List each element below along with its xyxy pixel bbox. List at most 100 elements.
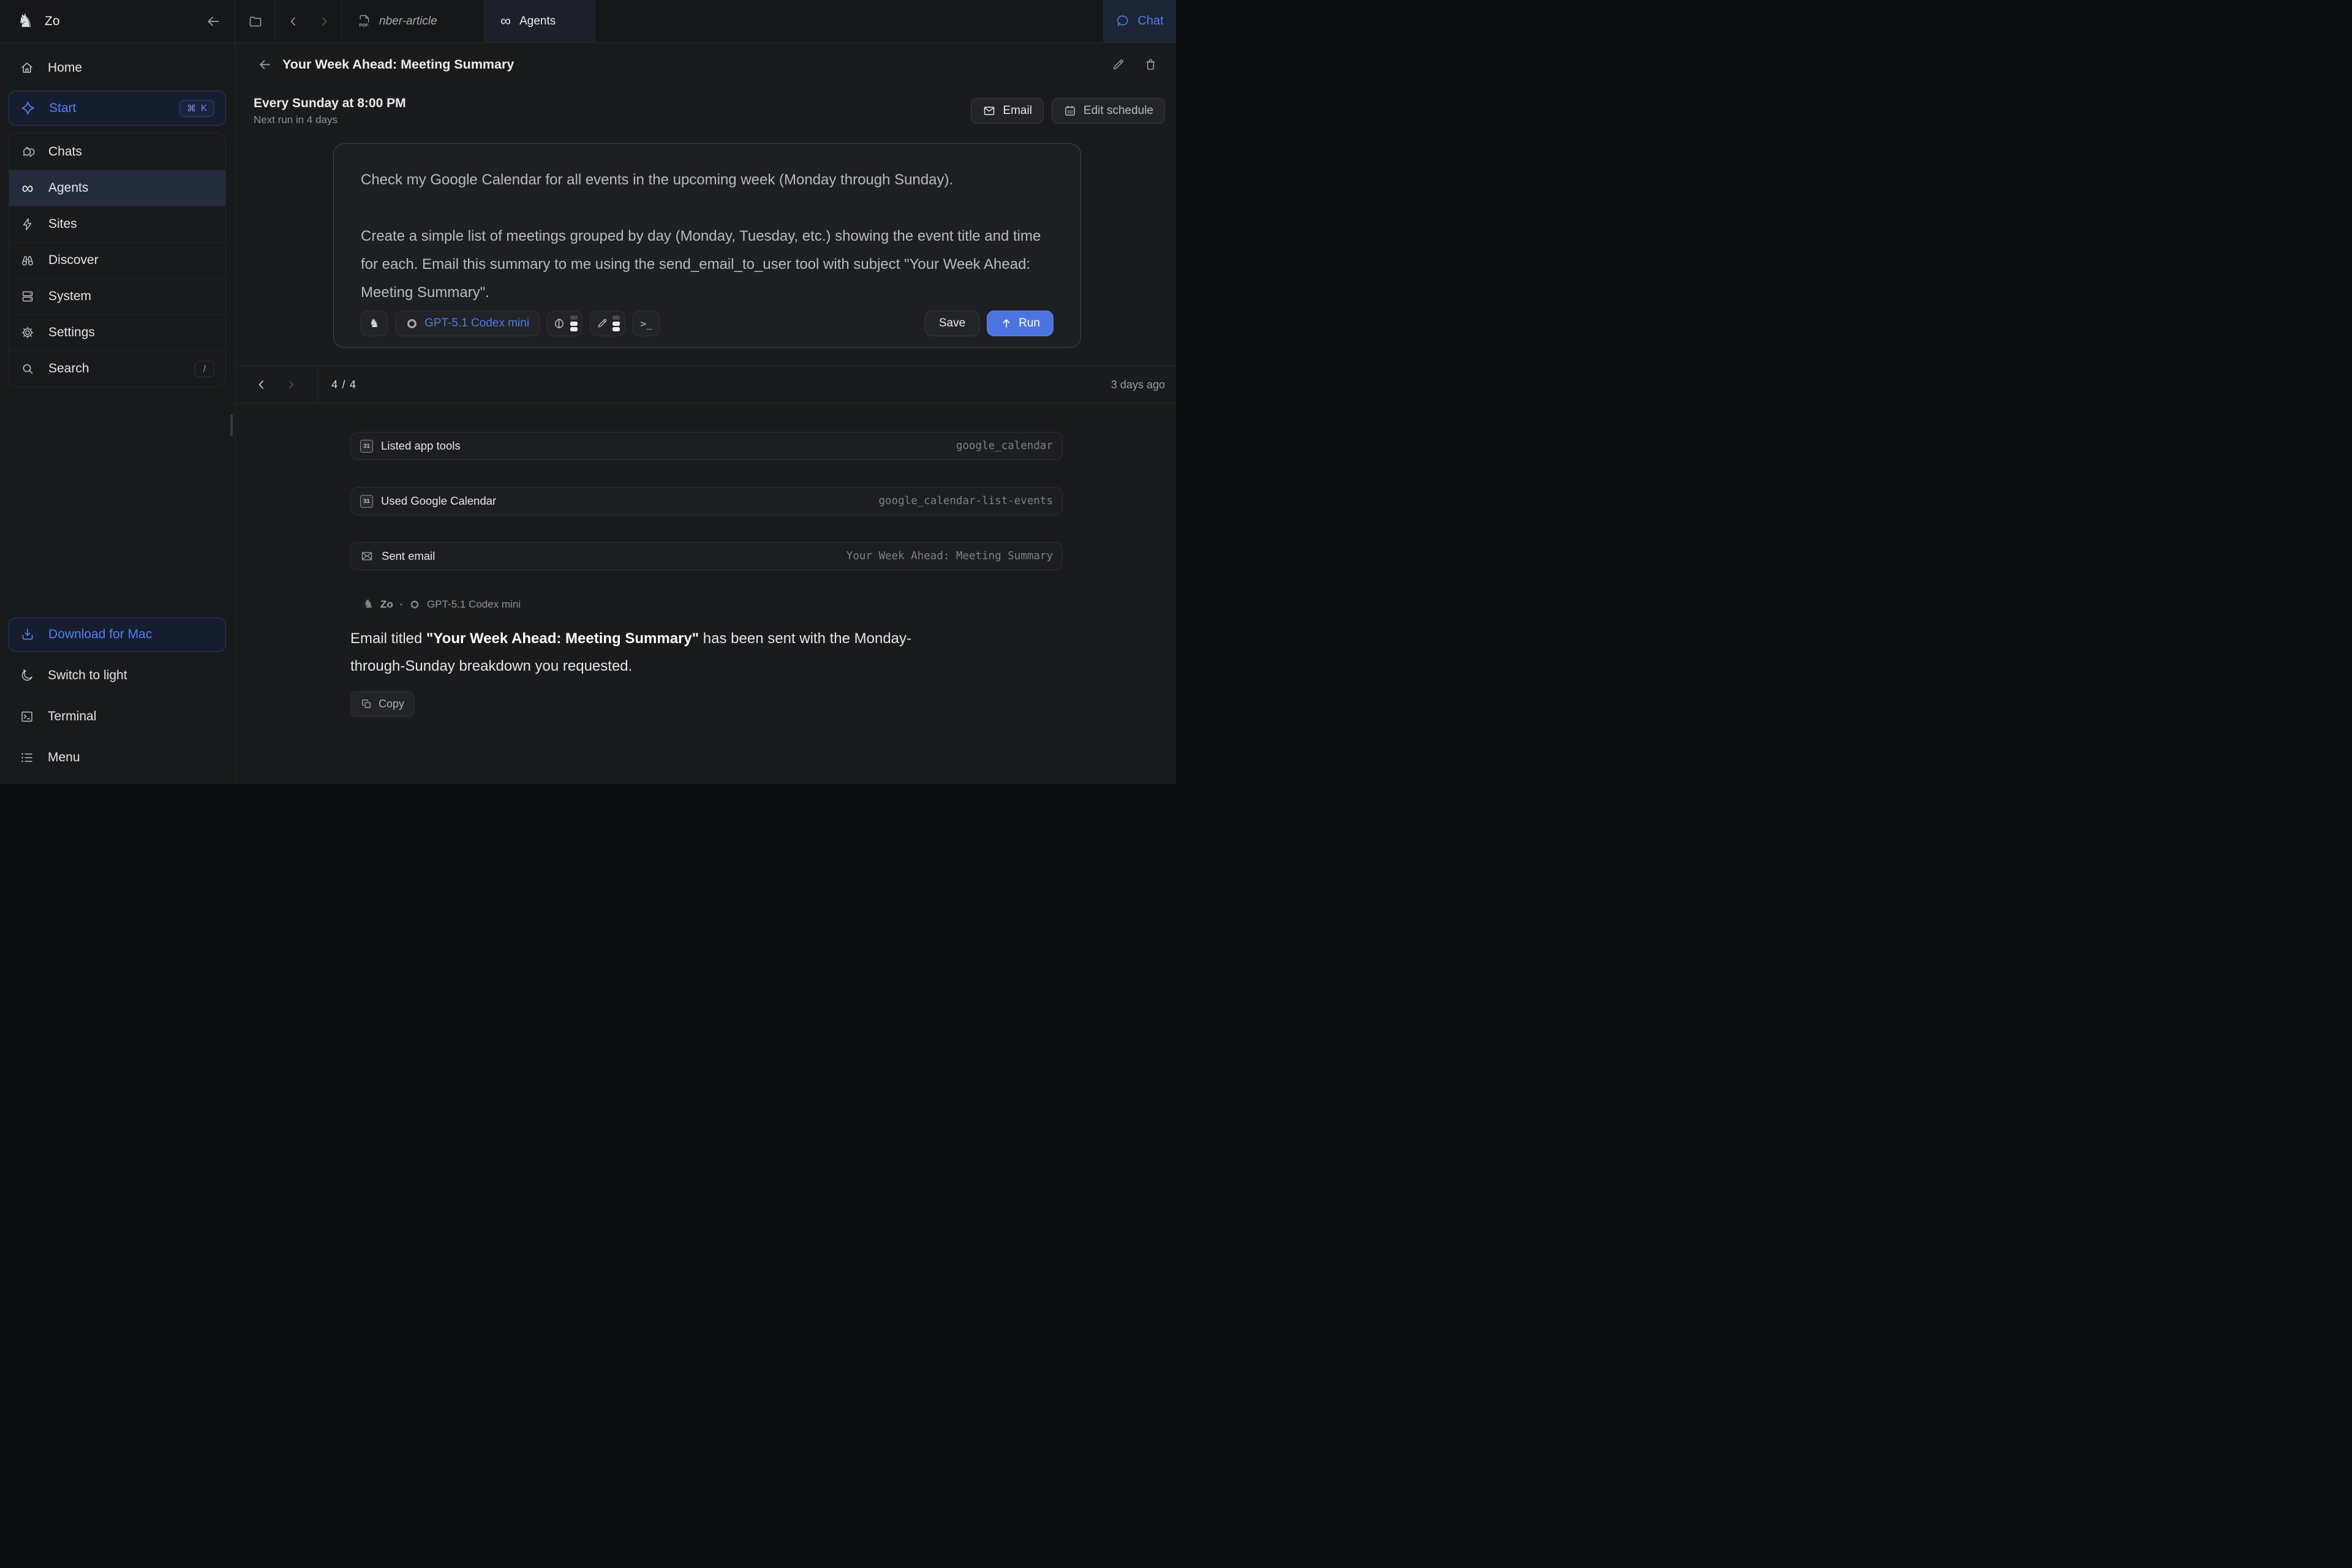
dot-separator: • [400, 600, 402, 609]
back-button[interactable] [257, 57, 273, 72]
sidebar-item-agents[interactable]: ∞ Agents [9, 170, 225, 206]
level-pills [570, 315, 578, 331]
collapse-sidebar-button[interactable] [205, 13, 221, 29]
sidebar-item-system[interactable]: System [9, 278, 225, 314]
edit-button[interactable] [1111, 58, 1125, 72]
prompt-text: Check my Google Calendar for all events … [361, 166, 1054, 307]
google-calendar-icon: 31 [360, 440, 373, 453]
agent-header: Your Week Ahead: Meeting Summary [235, 43, 1176, 86]
edit-schedule-label: Edit schedule [1084, 104, 1153, 118]
delete-button[interactable] [1144, 58, 1158, 72]
schedule-bar: Every Sunday at 8:00 PM Next run in 4 da… [235, 86, 1176, 135]
sidebar-item-chats[interactable]: Chats [9, 134, 225, 170]
folder-icon [248, 14, 263, 29]
run-timestamp: 3 days ago [1111, 379, 1165, 391]
openai-logo-icon [409, 599, 420, 610]
chats-icon [20, 145, 35, 159]
folder-button[interactable] [235, 0, 276, 42]
sidebar-item-search[interactable]: Search / [9, 350, 225, 386]
chat-button[interactable]: Chat [1103, 0, 1176, 42]
writing-level-button[interactable] [590, 311, 625, 336]
prompt-card[interactable]: Check my Google Calendar for all events … [333, 143, 1081, 348]
tool-call-label: Sent email [382, 549, 435, 563]
sidebar-item-label: Download for Mac [48, 627, 152, 642]
gear-icon [20, 325, 35, 340]
sidebar-spacer [9, 387, 226, 617]
response-text: Email titled "Your Week Ahead: Meeting S… [350, 625, 951, 680]
search-icon [20, 361, 35, 376]
app-window: ♞ Zo PDF nber-article ∞ Agent [0, 0, 1176, 784]
sidebar: Home Start ⌘ K Chats ∞ Agents [0, 43, 235, 783]
tool-call-value: Your Week Ahead: Meeting Summary [846, 550, 1053, 562]
edit-schedule-button[interactable]: Edit schedule [1052, 98, 1165, 124]
response-author: Zo [380, 598, 393, 611]
history-nav [276, 0, 342, 42]
header-actions [1111, 58, 1158, 72]
start-shortcut-badge: ⌘ K [179, 100, 214, 117]
nav-forward-button[interactable] [318, 15, 330, 28]
zo-agent-chip[interactable]: ♞ [361, 311, 388, 336]
sidebar-item-menu[interactable]: Menu [9, 741, 226, 775]
schedule-info: Every Sunday at 8:00 PM Next run in 4 da… [254, 96, 406, 126]
chevron-left-icon [287, 15, 300, 28]
k-key: K [201, 103, 207, 113]
sidebar-group: Chats ∞ Agents Sites Discover System [9, 133, 226, 387]
prompt-toolbar: ♞ GPT-5.1 Codex mini [361, 311, 1054, 336]
prev-run-button[interactable] [255, 379, 268, 391]
zo-logo-icon: ♞ [17, 12, 34, 31]
email-button-label: Email [1003, 104, 1032, 118]
agent-detail-panel: Your Week Ahead: Meeting Summary Every S… [235, 43, 1176, 783]
copy-icon [361, 698, 372, 710]
run-button[interactable]: Run [987, 311, 1054, 336]
model-selector[interactable]: GPT-5.1 Codex mini [395, 311, 540, 336]
level-pills [612, 315, 620, 331]
sidebar-header: ♞ Zo [0, 0, 235, 42]
menu-list-icon [20, 750, 34, 765]
save-button-label: Save [939, 317, 965, 330]
sidebar-item-settings[interactable]: Settings [9, 314, 225, 350]
prompt-section: Check my Google Calendar for all events … [235, 135, 1176, 348]
tab-label: Agents [519, 15, 556, 28]
sidebar-item-label: Chats [48, 145, 82, 159]
sidebar-item-discover[interactable]: Discover [9, 242, 225, 278]
response-model: GPT-5.1 Codex mini [427, 598, 521, 611]
sidebar-item-label: Terminal [48, 709, 96, 724]
sidebar-item-sites[interactable]: Sites [9, 206, 225, 242]
tab-agents[interactable]: ∞ Agents [484, 0, 595, 42]
arrow-up-icon [1000, 317, 1012, 330]
next-run-button[interactable] [285, 379, 297, 391]
google-calendar-icon: 31 [360, 495, 373, 508]
sidebar-item-terminal[interactable]: Terminal [9, 699, 226, 734]
sidebar-item-download-for-mac[interactable]: Download for Mac [9, 617, 226, 652]
sidebar-bottom: Download for Mac Switch to light Termina… [9, 617, 226, 775]
calendar-icon [1063, 104, 1077, 118]
sidebar-scrollbar[interactable] [230, 414, 233, 436]
sidebar-item-label: Discover [48, 253, 99, 268]
sidebar-item-label: Sites [48, 217, 77, 232]
sidebar-item-label: Start [49, 101, 76, 116]
pencil-icon [596, 317, 608, 330]
trash-icon [1144, 58, 1158, 72]
tool-call-row[interactable]: 31 Used Google Calendar google_calendar-… [350, 487, 1063, 515]
tool-call-row[interactable]: 31 Listed app tools google_calendar [350, 432, 1063, 460]
run-position: 4 / 4 [331, 378, 356, 391]
email-button[interactable]: Email [971, 98, 1044, 124]
sidebar-item-switch-to-light[interactable]: Switch to light [9, 658, 226, 693]
terminal-mode-button[interactable]: >_ [633, 311, 660, 336]
tab-label: nber-article [379, 15, 437, 28]
pegasus-icon: ♞ [363, 597, 374, 611]
arrow-left-icon [257, 57, 273, 72]
nav-back-button[interactable] [287, 15, 300, 28]
run-results: 31 Listed app tools google_calendar 31 U… [235, 404, 1176, 783]
tool-call-label: Listed app tools [381, 439, 461, 453]
sidebar-item-start[interactable]: Start ⌘ K [9, 91, 226, 126]
tool-call-row[interactable]: Sent email Your Week Ahead: Meeting Summ… [350, 542, 1063, 570]
response-text-bold: "Your Week Ahead: Meeting Summary" [426, 630, 699, 647]
sidebar-item-home[interactable]: Home [9, 50, 226, 86]
pdf-file-icon: PDF [358, 14, 371, 28]
save-button[interactable]: Save [925, 311, 979, 336]
copy-button[interactable]: Copy [350, 691, 415, 717]
reasoning-level-button[interactable] [547, 311, 582, 336]
tab-nber-article[interactable]: PDF nber-article [342, 0, 484, 42]
system-stack-icon [20, 289, 35, 304]
